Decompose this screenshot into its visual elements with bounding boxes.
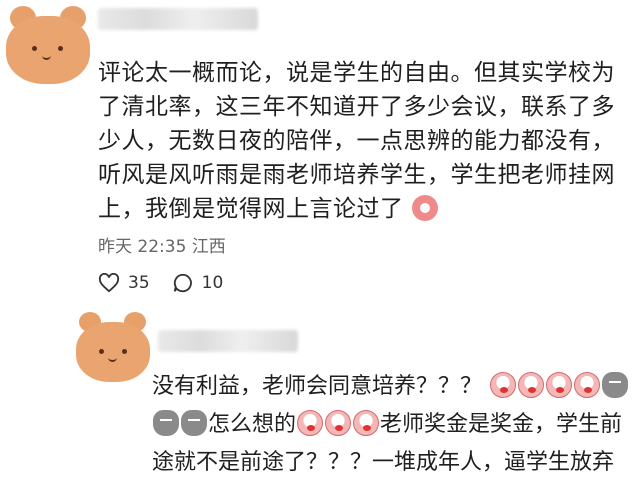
reply-line-1: 没有利益，老师会同意培养？？？ — [152, 368, 632, 406]
bear-eye — [32, 46, 37, 51]
reply-text: 没有利益，老师会同意培养？？？ 怎么想的 老师奖金是奖金，学生前 途就不是前途了？… — [152, 368, 632, 482]
reply-line-3: 途就不是前途了？？？一堆成年人，逼学生放弃 — [152, 444, 632, 482]
like-count: 35 — [128, 273, 150, 293]
bear-eye — [99, 349, 104, 354]
reply-line-3-text: 途就不是前途了？？？一堆成年人，逼学生放弃 — [152, 450, 615, 475]
bear-eye — [58, 46, 63, 51]
grey-face-emoji — [153, 410, 179, 436]
reply-line-1-text: 没有利益，老师会同意培养？？？ — [152, 374, 483, 399]
comment-text: 评论太一概而论，说是学生的自由。但其实学校为了清北率，这三年不知道开了多少会议，… — [98, 56, 618, 226]
heart-icon — [98, 273, 120, 293]
comment-body: 评论太一概而论，说是学生的自由。但其实学校为了清北率，这三年不知道开了多少会议，… — [98, 60, 615, 222]
comment-meta: 昨天 22:35 江西 — [98, 232, 226, 257]
reply-line-2a-text: 怎么想的 — [208, 412, 297, 437]
crying-emoji — [325, 410, 352, 436]
comment-time: 昨天 22:35 — [98, 237, 187, 257]
crying-emoji — [518, 372, 545, 398]
crying-emoji — [574, 372, 601, 398]
username-blurred — [98, 8, 258, 30]
comment-actions: 35 10 — [98, 272, 223, 294]
bear-eye — [122, 349, 127, 354]
grey-face-emoji — [602, 372, 629, 398]
like-button[interactable]: 35 — [98, 273, 150, 293]
reply-line-2b-text: 老师奖金是奖金，学生前 — [380, 412, 623, 437]
comment-bubble-icon — [173, 273, 192, 293]
crying-emoji — [353, 410, 380, 436]
avatar[interactable] — [76, 312, 150, 382]
reply-line-2: 怎么想的 老师奖金是奖金，学生前 — [152, 406, 632, 444]
crying-emoji — [546, 372, 573, 398]
grey-face-emoji — [181, 410, 207, 436]
bear-face — [76, 322, 150, 382]
comment-location: 江西 — [191, 237, 226, 257]
avatar[interactable] — [6, 4, 90, 84]
sad-face-emoji — [412, 195, 439, 221]
reply-button[interactable]: 10 — [172, 272, 224, 294]
bear-face — [6, 16, 90, 84]
crying-emoji — [297, 410, 324, 436]
crying-emoji — [490, 372, 517, 398]
reply-count: 10 — [201, 273, 224, 293]
username-blurred — [158, 330, 298, 352]
